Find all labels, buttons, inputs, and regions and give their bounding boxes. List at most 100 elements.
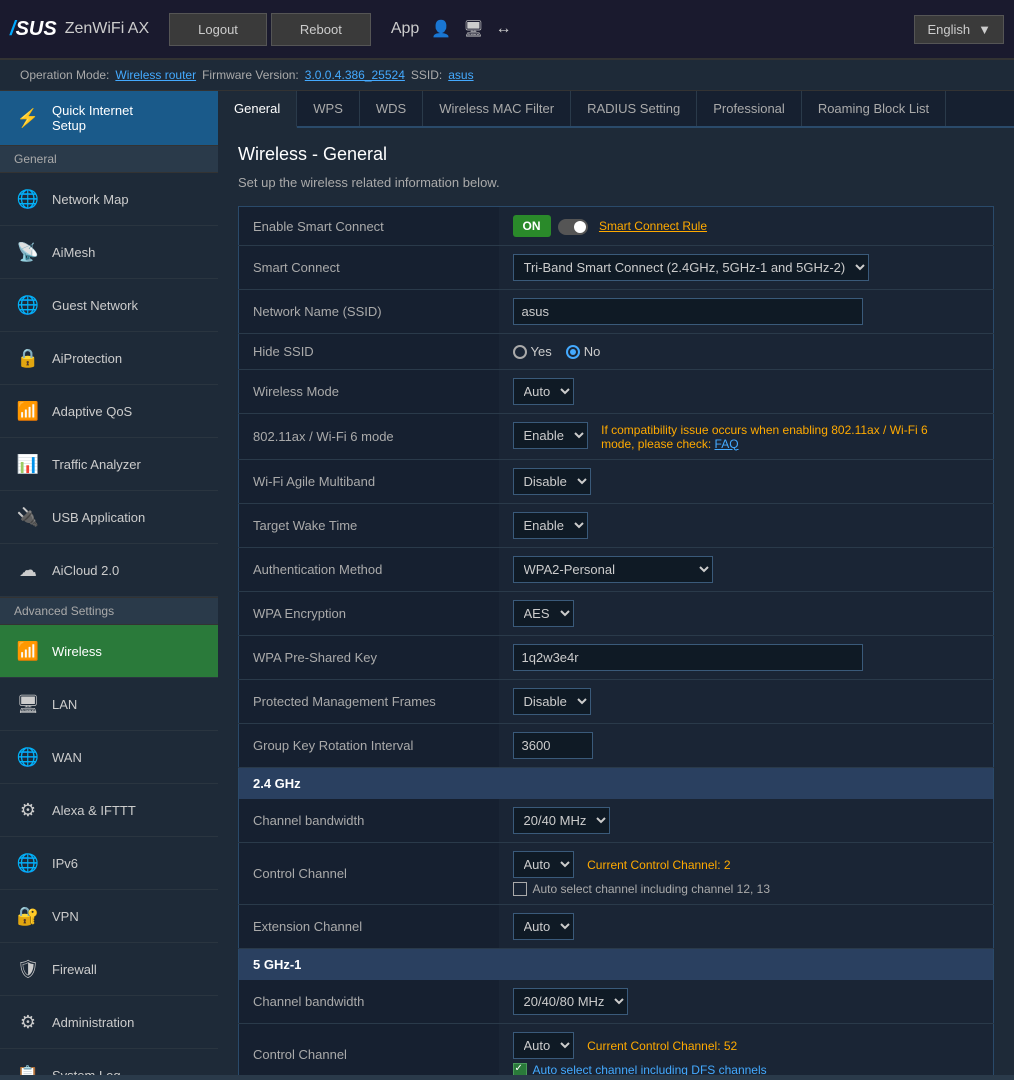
sidebar-item-vpn[interactable]: 🔐 VPN xyxy=(0,890,218,943)
wifi6-faq-link[interactable]: FAQ xyxy=(715,437,739,451)
sidebar-item-alexa-ifttt[interactable]: ⚙ Alexa & IFTTT xyxy=(0,784,218,837)
tab-wireless-mac-filter[interactable]: Wireless MAC Filter xyxy=(423,91,571,126)
network-name-label: Network Name (SSID) xyxy=(239,290,499,334)
wifi6-select[interactable]: Enable xyxy=(513,422,588,449)
operation-mode-link[interactable]: Wireless router xyxy=(115,68,196,82)
section-24ghz-header: 2.4 GHz xyxy=(239,767,994,799)
pmf-label: Protected Management Frames xyxy=(239,679,499,723)
wpa-enc-value: AES xyxy=(499,591,994,635)
wifi-agile-label: Wi-Fi Agile Multiband xyxy=(239,459,499,503)
traffic-analyzer-label: Traffic Analyzer xyxy=(52,457,141,472)
sidebar-item-ipv6[interactable]: 🌐 IPv6 xyxy=(0,837,218,890)
wpa-enc-select[interactable]: AES xyxy=(513,600,574,627)
hide-ssid-yes[interactable]: Yes xyxy=(513,344,552,359)
sidebar-item-aicloud[interactable]: ☁ AiCloud 2.0 xyxy=(0,544,218,597)
tab-roaming-block-list[interactable]: Roaming Block List xyxy=(802,91,946,126)
group-key-value xyxy=(499,723,994,767)
reboot-button[interactable]: Reboot xyxy=(271,13,371,46)
control-channel-24-checkbox[interactable] xyxy=(513,882,527,896)
control-channel-5g1-dfs-label: Auto select channel including DFS channe… xyxy=(533,1063,767,1075)
smart-connect-rule-link[interactable]: Smart Connect Rule xyxy=(599,219,707,233)
pmf-value: Disable xyxy=(499,679,994,723)
monitor-icon[interactable]: 🖥 xyxy=(463,19,483,39)
ssid-link[interactable]: asus xyxy=(448,68,473,82)
advanced-section-title: Advanced Settings xyxy=(0,597,218,625)
wifi6-row: 802.11ax / Wi-Fi 6 mode Enable If compat… xyxy=(239,414,994,460)
hide-ssid-value: Yes No xyxy=(499,334,994,370)
pmf-select[interactable]: Disable xyxy=(513,688,591,715)
network-name-input[interactable] xyxy=(513,298,863,325)
target-wake-select[interactable]: Enable xyxy=(513,512,588,539)
wpa-key-row: WPA Pre-Shared Key xyxy=(239,635,994,679)
smart-connect-select[interactable]: Tri-Band Smart Connect (2.4GHz, 5GHz-1 a… xyxy=(513,254,869,281)
chevron-down-icon: ▼ xyxy=(978,22,991,37)
sidebar-item-adaptive-qos[interactable]: 📶 Adaptive QoS xyxy=(0,385,218,438)
wireless-icon: 📶 xyxy=(14,637,42,665)
sidebar-item-aiprotection[interactable]: 🔒 AiProtection xyxy=(0,332,218,385)
wireless-mode-select[interactable]: Auto xyxy=(513,378,574,405)
extension-channel-24-select[interactable]: Auto xyxy=(513,913,574,940)
wifi-agile-select[interactable]: Disable xyxy=(513,468,591,495)
operation-mode-label: Operation Mode: xyxy=(20,68,109,82)
language-select[interactable]: English ▼ xyxy=(914,15,1004,44)
firmware-link[interactable]: 3.0.0.4.386_25524 xyxy=(305,68,405,82)
network-map-icon: 🌐 xyxy=(14,185,42,213)
group-key-row: Group Key Rotation Interval xyxy=(239,723,994,767)
sidebar-item-lan[interactable]: 🖥 LAN xyxy=(0,678,218,731)
content-body: Wireless - General Set up the wireless r… xyxy=(218,128,1014,1075)
usb-application-label: USB Application xyxy=(52,510,145,525)
extension-channel-24-label: Extension Channel xyxy=(239,904,499,948)
wpa-enc-row: WPA Encryption AES xyxy=(239,591,994,635)
sidebar-item-network-map[interactable]: 🌐 Network Map xyxy=(0,173,218,226)
group-key-input[interactable] xyxy=(513,732,593,759)
aiprotection-label: AiProtection xyxy=(52,351,122,366)
page-subtitle: Set up the wireless related information … xyxy=(238,175,994,190)
wifi6-note-text: If compatibility issue occurs when enabl… xyxy=(601,423,928,451)
control-channel-5g1-select[interactable]: Auto xyxy=(513,1032,574,1059)
tab-radius-setting[interactable]: RADIUS Setting xyxy=(571,91,697,126)
sidebar-item-wireless[interactable]: 📶 Wireless xyxy=(0,625,218,678)
tab-wds[interactable]: WDS xyxy=(360,91,423,126)
extension-channel-24-row: Extension Channel Auto xyxy=(239,904,994,948)
wireless-label: Wireless xyxy=(52,644,102,659)
sidebar-item-guest-network[interactable]: 🌐 Guest Network xyxy=(0,279,218,332)
wifi6-value: Enable If compatibility issue occurs whe… xyxy=(499,414,994,460)
channel-bw-5g1-select[interactable]: 20/40/80 MHz xyxy=(513,988,628,1015)
quick-internet-setup[interactable]: ⚡ Quick InternetSetup xyxy=(0,91,218,145)
main-layout: ⚡ Quick InternetSetup General 🌐 Network … xyxy=(0,91,1014,1075)
sidebar-item-wan[interactable]: 🌐 WAN xyxy=(0,731,218,784)
logout-button[interactable]: Logout xyxy=(169,13,267,46)
person-icon[interactable]: 👤 xyxy=(431,19,451,39)
sidebar-item-firewall[interactable]: 🛡 Firewall xyxy=(0,943,218,996)
control-channel-5g1-dfs-checkbox[interactable] xyxy=(513,1063,527,1075)
control-channel-5g1-current: Current Control Channel: 52 xyxy=(587,1039,737,1053)
wifi6-note: If compatibility issue occurs when enabl… xyxy=(601,423,951,451)
sidebar-item-system-log[interactable]: 📋 System Log xyxy=(0,1049,218,1075)
sidebar-item-aimesh[interactable]: 📡 AiMesh xyxy=(0,226,218,279)
guest-network-icon: 🌐 xyxy=(14,291,42,319)
channel-bw-5g1-row: Channel bandwidth 20/40/80 MHz xyxy=(239,980,994,1024)
wpa-enc-label: WPA Encryption xyxy=(239,591,499,635)
sidebar-item-administration[interactable]: ⚙ Administration xyxy=(0,996,218,1049)
ssid-label: SSID: xyxy=(411,68,442,82)
auth-method-row: Authentication Method WPA2-Personal xyxy=(239,547,994,591)
wpa-key-label: WPA Pre-Shared Key xyxy=(239,635,499,679)
auth-method-value: WPA2-Personal xyxy=(499,547,994,591)
control-channel-24-select[interactable]: Auto xyxy=(513,851,574,878)
tab-wps[interactable]: WPS xyxy=(297,91,360,126)
auth-method-select[interactable]: WPA2-Personal xyxy=(513,556,713,583)
channel-bw-24-select[interactable]: 20/40 MHz xyxy=(513,807,610,834)
sidebar-item-usb-application[interactable]: 🔌 USB Application xyxy=(0,491,218,544)
administration-label: Administration xyxy=(52,1015,134,1030)
control-channel-24-value: Auto Current Control Channel: 2 Auto sel… xyxy=(499,842,994,904)
wpa-key-value xyxy=(499,635,994,679)
quick-setup-icon: ⚡ xyxy=(14,104,42,132)
tab-professional[interactable]: Professional xyxy=(697,91,802,126)
wpa-key-input[interactable] xyxy=(513,644,863,671)
network-icon[interactable]: ↔ xyxy=(496,20,512,38)
sidebar-item-traffic-analyzer[interactable]: 📊 Traffic Analyzer xyxy=(0,438,218,491)
tab-general[interactable]: General xyxy=(218,91,297,128)
hide-ssid-no[interactable]: No xyxy=(566,344,601,359)
hide-ssid-yes-label: Yes xyxy=(531,344,552,359)
toggle-slider[interactable] xyxy=(558,219,588,235)
